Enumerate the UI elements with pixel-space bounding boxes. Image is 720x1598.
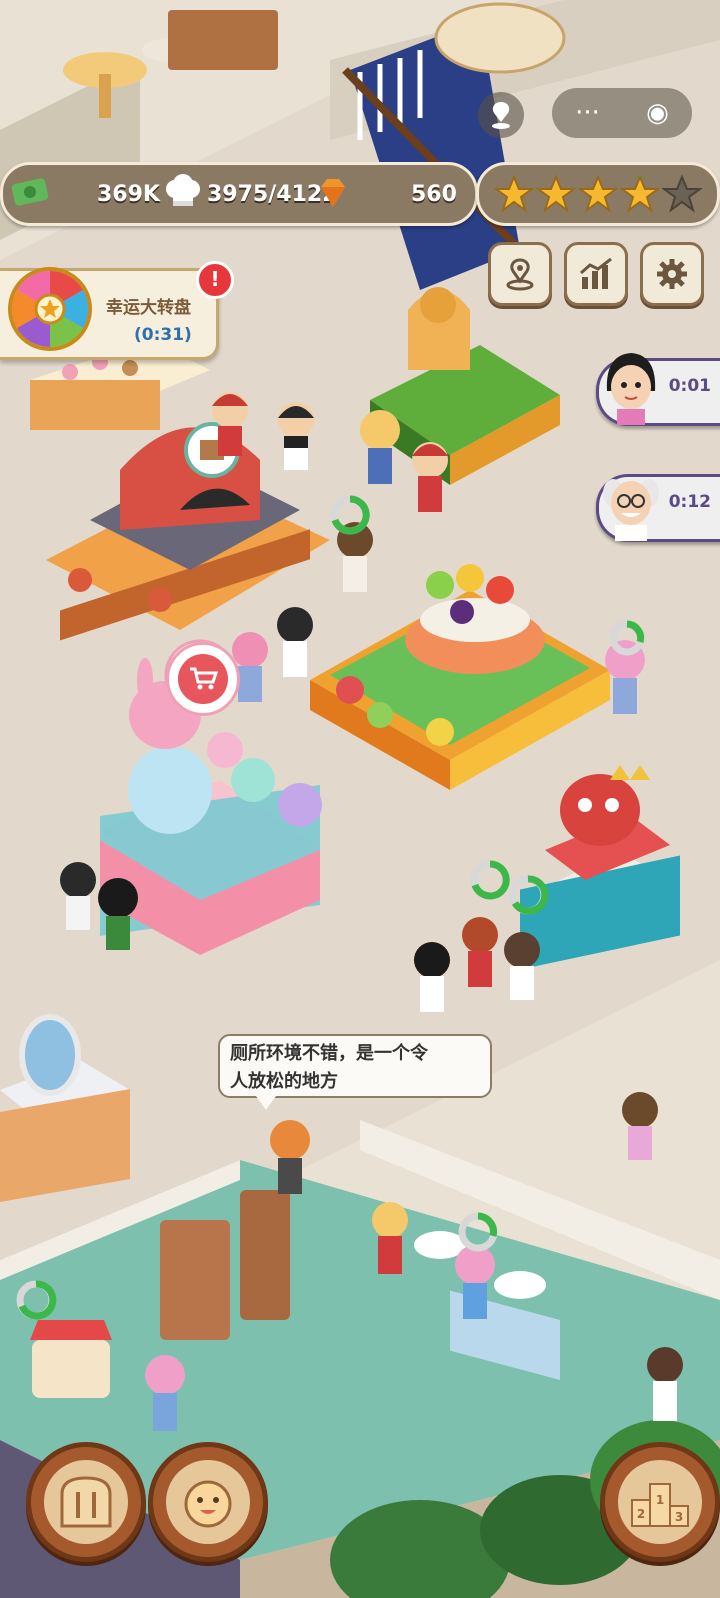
lucky-wheel-icon [8,267,92,351]
podium-icon: 2 1 3 [631,1483,689,1527]
settings-button[interactable] [640,242,704,306]
speech-line-2: 人放松的地方 [230,1071,338,1092]
star-empty-icon [662,174,702,213]
alert-badge: ! [196,261,234,299]
map-button[interactable] [488,242,552,306]
ranking-button[interactable]: 2 1 3 [600,1442,720,1562]
podium-rank-3: 3 [675,1510,683,1524]
lucky-wheel-panel[interactable]: 幸运大转盘 (0:31) ! [0,261,234,360]
speech-line-1: 厕所环境不错，是一个令 [230,1043,428,1064]
star-filled-icon [494,174,534,213]
cash-icon [11,178,49,206]
close-circle-icon[interactable]: ◉ [646,98,669,128]
gear-icon [657,259,687,289]
lucky-wheel-title: 幸运大转盘 [106,298,191,318]
lucky-wheel-timer: (0:31) [134,325,192,345]
chart-icon [580,257,612,289]
resource-bar: 369K 3975/4122 560 [0,162,478,226]
cash-value: 369K [97,181,160,207]
star-filled-icon [620,174,660,213]
receptionist-avatar-icon [606,353,656,425]
scientist-avatar-icon [603,479,659,541]
shop-cart-bubble[interactable] [166,642,240,716]
statistics-button[interactable] [564,242,628,306]
gems-value: 560 [411,181,457,207]
podium-rank-2: 2 [637,1507,645,1521]
staff-timer-value: 0:12 [668,492,711,512]
chef-face-icon [184,1480,232,1528]
gem-icon [321,179,345,207]
shop-stall-icon [30,1320,112,1398]
mini-program-capsule[interactable]: ··· ◉ [552,88,692,138]
staff-button[interactable] [148,1442,268,1562]
menu-bread-icon [60,1476,112,1528]
customer-speech-bubble: 厕所环境不错，是一个令 人放松的地方 [218,1034,492,1110]
restaurant-rating [476,162,720,226]
restaurant-floor-scene [0,0,720,1598]
staff-timer-value: 0:01 [668,376,711,396]
staff-timer-scientist[interactable]: 0:12 [596,474,720,542]
star-filled-icon [536,174,576,213]
map-pin-icon [506,258,534,291]
staff-timer-receptionist[interactable]: 0:01 [596,353,720,426]
more-icon[interactable]: ··· [575,98,600,128]
star-filled-icon [578,174,618,213]
location-pin-icon[interactable] [478,92,524,138]
menu-button[interactable] [26,1442,146,1562]
chef-hat-icon [166,174,200,206]
cart-icon [178,654,228,704]
podium-rank-1: 1 [656,1493,664,1507]
